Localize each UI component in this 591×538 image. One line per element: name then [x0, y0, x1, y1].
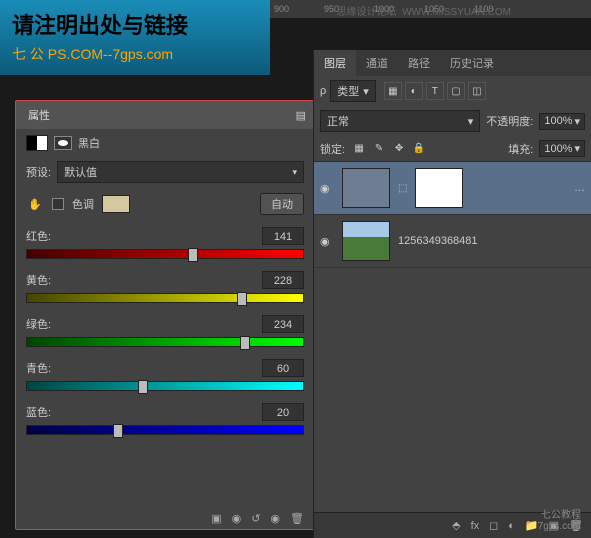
filter-adjust-icon[interactable]: ◐ [405, 82, 423, 100]
link-icon[interactable]: ⬚ [398, 183, 407, 194]
tab-channels[interactable]: 通道 [356, 50, 398, 76]
blend-row: 正常 不透明度: 100%▾ [314, 106, 591, 136]
adjustment-type-row: 黑白 [16, 129, 314, 157]
properties-footer: ▣ ◉ ↺ ◉ 🗑 [211, 512, 304, 525]
eye-icon[interactable]: ◉ [320, 182, 334, 195]
filter-pixel-icon[interactable]: ▦ [384, 82, 402, 100]
green-slider[interactable] [26, 337, 304, 347]
tint-row: ✋ 色调 自动 [16, 187, 314, 221]
watermark-banner: 请注明出处与链接 七 公 PS.COM--7gps.com [0, 0, 270, 75]
yellow-slider[interactable] [26, 293, 304, 303]
banner-subtitle: 七 公 PS.COM--7gps.com [12, 44, 258, 64]
tab-paths[interactable]: 路径 [398, 50, 440, 76]
blend-mode-select[interactable]: 正常 [320, 110, 480, 132]
prev-state-icon[interactable]: ◉ [232, 512, 242, 525]
panel-tabs: 图层 通道 路径 历史记录 [314, 50, 591, 76]
mask-icon[interactable] [54, 136, 72, 150]
new-group-icon[interactable]: 📁 [525, 519, 539, 532]
yellow-label: 黄色: [26, 272, 51, 288]
blue-label: 蓝色: [26, 404, 51, 420]
preset-row: 预设: 默认值 [16, 157, 314, 187]
layer-list: ◉ ⬚ … ◉ 1256349368481 [314, 162, 591, 268]
blue-slider[interactable] [26, 425, 304, 435]
adjustment-label: 黑白 [78, 135, 100, 151]
layer-item-adjustment[interactable]: ◉ ⬚ … [314, 162, 591, 215]
panel-menu-icon[interactable]: ▤ [296, 109, 306, 122]
red-value[interactable]: 141 [262, 227, 304, 245]
lock-position-icon[interactable]: ✥ [391, 141, 407, 157]
trash-icon[interactable]: 🗑 [290, 512, 304, 525]
opacity-label: 不透明度: [486, 113, 533, 129]
filter-type-select[interactable]: 类型▾ [330, 80, 376, 102]
auto-button[interactable]: 自动 [260, 193, 304, 215]
preset-select[interactable]: 默认值 [57, 161, 304, 183]
opacity-input[interactable]: 100%▾ [539, 113, 585, 130]
filter-shape-icon[interactable]: ▢ [447, 82, 465, 100]
cyan-slider[interactable] [26, 381, 304, 391]
red-slider-thumb[interactable] [188, 248, 198, 262]
bottom-watermark: 七公教程 7gps.com [538, 506, 581, 532]
lock-label: 锁定: [320, 141, 345, 157]
properties-header: 属性 ▤ [16, 101, 314, 129]
preset-label: 预设: [26, 164, 51, 180]
tint-label: 色调 [72, 196, 94, 212]
green-value[interactable]: 234 [262, 315, 304, 333]
tint-swatch[interactable] [102, 195, 130, 213]
top-watermark: 思缘设计论坛 WWW.MISSYUAN.COM [337, 3, 511, 18]
yellow-slider-row: 黄色: 228 [16, 265, 314, 309]
lock-row: 锁定: ▦ ✎ ✥ 🔒 填充: 100%▾ [314, 136, 591, 162]
banner-title: 请注明出处与链接 [12, 8, 258, 40]
yellow-value[interactable]: 228 [262, 271, 304, 289]
blue-slider-thumb[interactable] [113, 424, 123, 438]
layer-mask-thumb[interactable] [415, 168, 463, 208]
tab-layers[interactable]: 图层 [314, 50, 356, 76]
lock-brush-icon[interactable]: ✎ [371, 141, 387, 157]
blue-value[interactable]: 20 [262, 403, 304, 421]
tint-checkbox[interactable] [52, 198, 64, 210]
green-label: 绿色: [26, 316, 51, 332]
red-slider[interactable] [26, 249, 304, 259]
layer-name[interactable]: 1256349368481 [398, 235, 478, 247]
green-slider-thumb[interactable] [240, 336, 250, 350]
properties-panel: 属性 ▤ 黑白 预设: 默认值 ✋ 色调 自动 红色: 141 黄色: 228 [15, 100, 315, 530]
layer-thumb-adjustment[interactable] [342, 168, 390, 208]
visibility-icon[interactable]: ◉ [270, 512, 280, 525]
layer-item-image[interactable]: ◉ 1256349368481 [314, 215, 591, 268]
reset-icon[interactable]: ↺ [251, 512, 260, 525]
red-slider-row: 红色: 141 [16, 221, 314, 265]
add-mask-icon[interactable]: ◻ [489, 519, 498, 532]
black-white-icon[interactable] [26, 135, 48, 151]
cyan-label: 青色: [26, 360, 51, 376]
fx-icon[interactable]: fx [471, 520, 480, 532]
blue-slider-row: 蓝色: 20 [16, 397, 314, 441]
red-label: 红色: [26, 228, 51, 244]
cyan-slider-thumb[interactable] [138, 380, 148, 394]
cyan-value[interactable]: 60 [262, 359, 304, 377]
fill-input[interactable]: 100%▾ [539, 140, 585, 157]
eye-icon[interactable]: ◉ [320, 235, 334, 248]
targeted-adjust-icon[interactable]: ✋ [26, 195, 44, 213]
filter-smart-icon[interactable]: ◫ [468, 82, 486, 100]
lock-all-icon[interactable]: 🔒 [411, 141, 427, 157]
tab-history[interactable]: 历史记录 [440, 50, 504, 76]
layer-thumb-image[interactable] [342, 221, 390, 261]
link-layers-icon[interactable]: ⬘ [452, 519, 460, 532]
lock-transparent-icon[interactable]: ▦ [351, 141, 367, 157]
fill-label: 填充: [508, 141, 533, 157]
new-adjustment-icon[interactable]: ◐ [508, 520, 515, 532]
yellow-slider-thumb[interactable] [237, 292, 247, 306]
cyan-slider-row: 青色: 60 [16, 353, 314, 397]
green-slider-row: 绿色: 234 [16, 309, 314, 353]
filter-type-icon[interactable]: T [426, 82, 444, 100]
layers-panel: 图层 通道 路径 历史记录 ρ 类型▾ ▦ ◐ T ▢ ◫ 正常 不透明度: 1… [313, 50, 591, 538]
properties-title: 属性 [28, 107, 50, 123]
filter-row: ρ 类型▾ ▦ ◐ T ▢ ◫ [314, 76, 591, 106]
clip-icon[interactable]: ▣ [211, 512, 221, 525]
